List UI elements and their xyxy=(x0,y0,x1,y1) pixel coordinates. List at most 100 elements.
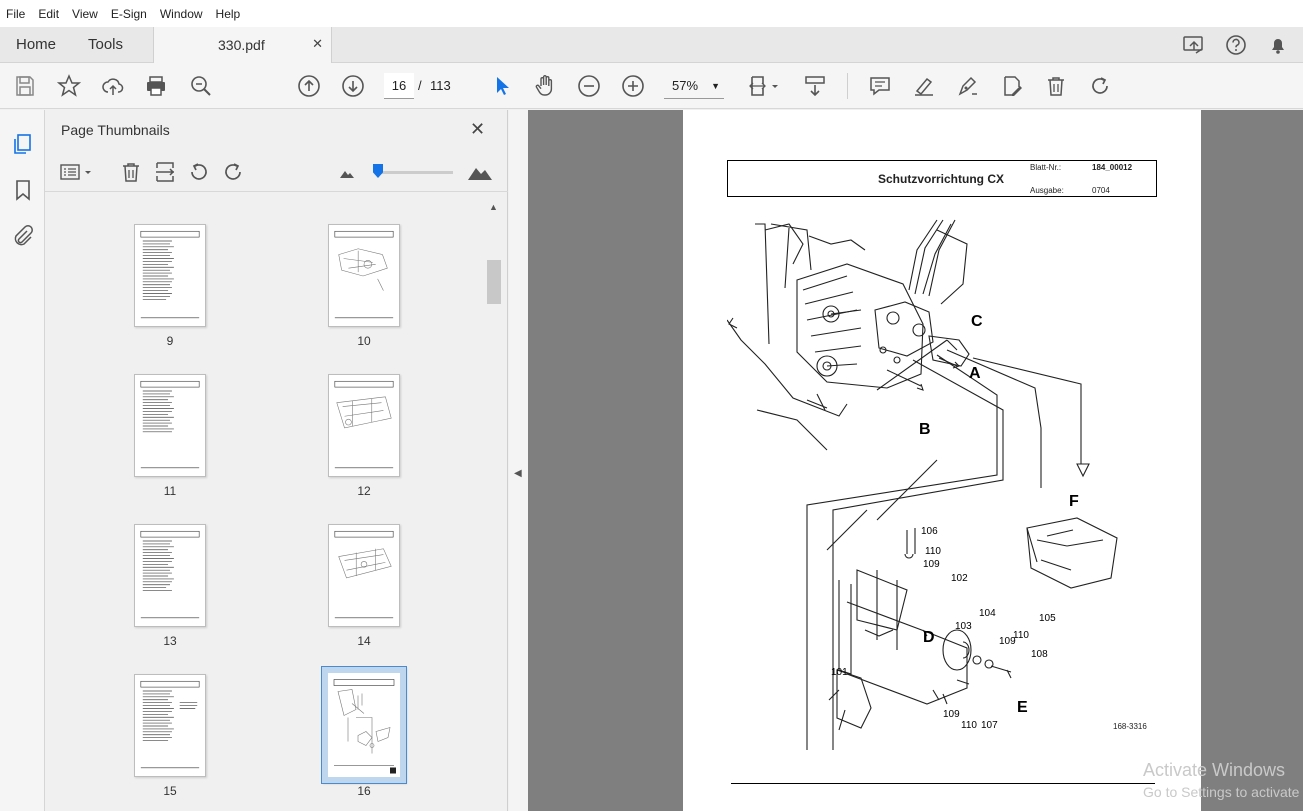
thumbnail-page-13[interactable] xyxy=(134,524,206,627)
hand-tool-icon[interactable] xyxy=(533,74,557,98)
document-tab-title: 330.pdf xyxy=(218,37,265,53)
thumbnail-label: 10 xyxy=(357,334,371,348)
thumbnail-page-15[interactable] xyxy=(134,674,206,777)
navigation-rail xyxy=(0,110,45,811)
part-number: 106 xyxy=(921,526,938,537)
delete-icon[interactable] xyxy=(1044,74,1068,98)
insert-pages-icon[interactable] xyxy=(153,160,177,184)
drawing-reference: 168-3316 xyxy=(1113,722,1147,731)
delete-pages-icon[interactable] xyxy=(119,160,143,184)
page-separator: / xyxy=(418,78,422,93)
zoom-level-select[interactable]: 57% ▼ xyxy=(664,73,724,99)
thumbnail-page-12[interactable] xyxy=(328,374,400,477)
rotate-icon[interactable] xyxy=(1088,74,1112,98)
blatt-label: Blatt-Nr.: xyxy=(1030,163,1062,172)
page-thumbnails-icon[interactable] xyxy=(11,132,35,156)
thumbnail-label: 9 xyxy=(166,334,174,348)
menu-window[interactable]: Window xyxy=(160,7,203,21)
zoom-value: 57% xyxy=(672,78,699,93)
large-thumbnails-icon[interactable] xyxy=(466,160,494,184)
ausgabe-label: Ausgabe: xyxy=(1030,186,1064,195)
tab-document[interactable]: 330.pdf ✕ xyxy=(153,27,332,63)
zoom-in-icon[interactable] xyxy=(621,74,645,98)
fit-page-icon[interactable] xyxy=(748,74,782,98)
scroll-mode-icon[interactable] xyxy=(803,74,827,98)
rotate-right-icon[interactable] xyxy=(221,160,245,184)
ausgabe-value: 0704 xyxy=(1092,186,1110,195)
menu-help[interactable]: Help xyxy=(216,7,241,21)
small-thumbnails-icon[interactable] xyxy=(338,164,356,182)
page-header-box: Schutzvorrichtung CX Blatt-Nr.: 184_0001… xyxy=(727,160,1157,197)
thumbnail-label: 15 xyxy=(163,784,177,798)
part-number: 109 xyxy=(999,636,1016,647)
thumbnail-page-16[interactable] xyxy=(321,666,407,784)
close-tab-icon[interactable]: ✕ xyxy=(312,36,323,52)
draw-pen-icon[interactable] xyxy=(956,74,980,98)
thumbnail-size-slider[interactable] xyxy=(377,171,453,174)
callout-label: B xyxy=(919,421,931,438)
pdf-page: Schutzvorrichtung CX Blatt-Nr.: 184_0001… xyxy=(683,110,1201,811)
zoom-out-icon[interactable] xyxy=(577,74,601,98)
rotate-left-icon[interactable] xyxy=(187,160,211,184)
close-panel-icon[interactable]: ✕ xyxy=(470,119,485,140)
panel-collapse-handle[interactable]: ◀ xyxy=(509,110,528,811)
notifications-bell-icon[interactable] xyxy=(1267,34,1289,61)
tab-tools[interactable]: Tools xyxy=(88,36,123,53)
thumbnail-size-slider-handle[interactable] xyxy=(373,164,383,178)
tab-home[interactable]: Home xyxy=(16,36,56,53)
menu-view[interactable]: View xyxy=(72,7,98,21)
share-screen-icon[interactable] xyxy=(1182,34,1206,61)
menu-bar: File Edit View E-Sign Window Help xyxy=(0,0,1303,27)
page-footer-line xyxy=(731,783,1155,784)
part-number: 103 xyxy=(955,621,972,632)
attachments-paperclip-icon[interactable] xyxy=(11,224,35,248)
thumbnail-label: 14 xyxy=(357,634,371,648)
part-number: 105 xyxy=(1039,613,1056,624)
scroll-up-arrow-icon[interactable]: ▲ xyxy=(489,202,498,212)
menu-edit[interactable]: Edit xyxy=(38,7,59,21)
find-zoom-icon[interactable] xyxy=(189,74,213,98)
part-number: 107 xyxy=(981,720,998,731)
save-icon[interactable] xyxy=(13,74,37,98)
thumbnail-page-10[interactable] xyxy=(328,224,400,327)
help-icon[interactable] xyxy=(1225,34,1247,61)
callout-label: E xyxy=(1017,699,1028,716)
thumbnail-label: 16 xyxy=(357,784,371,798)
comment-icon[interactable] xyxy=(868,74,892,98)
previous-page-icon[interactable] xyxy=(297,74,321,98)
collapse-left-arrow-icon: ◀ xyxy=(514,468,522,479)
thumbnail-page-9[interactable] xyxy=(134,224,206,327)
technical-drawing: C A B F D E 106 110 109 102 103 104 110 … xyxy=(727,219,1118,750)
page-header-title: Schutzvorrichtung CX xyxy=(878,172,1005,186)
part-number: 108 xyxy=(1031,649,1048,660)
page-number-input[interactable]: 16 xyxy=(384,73,414,99)
print-icon[interactable] xyxy=(144,74,168,98)
activation-watermark: Activate Windows xyxy=(1143,760,1286,780)
options-menu-icon[interactable] xyxy=(59,160,95,184)
bookmark-star-icon[interactable] xyxy=(56,74,82,98)
document-view[interactable]: Schutzvorrichtung CX Blatt-Nr.: 184_0001… xyxy=(528,110,1303,811)
callout-label: C xyxy=(971,313,983,330)
select-cursor-icon[interactable] xyxy=(490,74,514,98)
scrollbar-thumb[interactable] xyxy=(487,260,501,304)
thumbnail-label: 11 xyxy=(163,484,177,498)
upload-cloud-icon[interactable] xyxy=(101,74,125,98)
main-toolbar: 16 / 113 57% ▼ xyxy=(0,63,1303,109)
thumbnail-page-14[interactable] xyxy=(328,524,400,627)
menu-esign[interactable]: E-Sign xyxy=(111,7,147,21)
callout-label: D xyxy=(923,629,935,646)
next-page-icon[interactable] xyxy=(341,74,365,98)
edit-text-icon[interactable] xyxy=(1000,74,1024,98)
part-number: 109 xyxy=(943,709,960,720)
thumbnail-label: 12 xyxy=(357,484,371,498)
part-number: 110 xyxy=(925,546,941,557)
menu-file[interactable]: File xyxy=(6,7,25,21)
thumbnail-scrollbar[interactable]: ▲ xyxy=(486,202,502,811)
thumbnail-list: 9 10 11 12 13 14 15 16 xyxy=(59,202,485,811)
highlight-pen-icon[interactable] xyxy=(912,74,936,98)
thumbnail-page-11[interactable] xyxy=(134,374,206,477)
thumbnails-panel: Page Thumbnails ✕ 9 10 11 12 13 14 15 16 xyxy=(45,110,508,811)
part-number: 102 xyxy=(951,573,968,584)
part-number: 110 xyxy=(961,720,977,731)
bookmarks-icon[interactable] xyxy=(11,178,35,202)
